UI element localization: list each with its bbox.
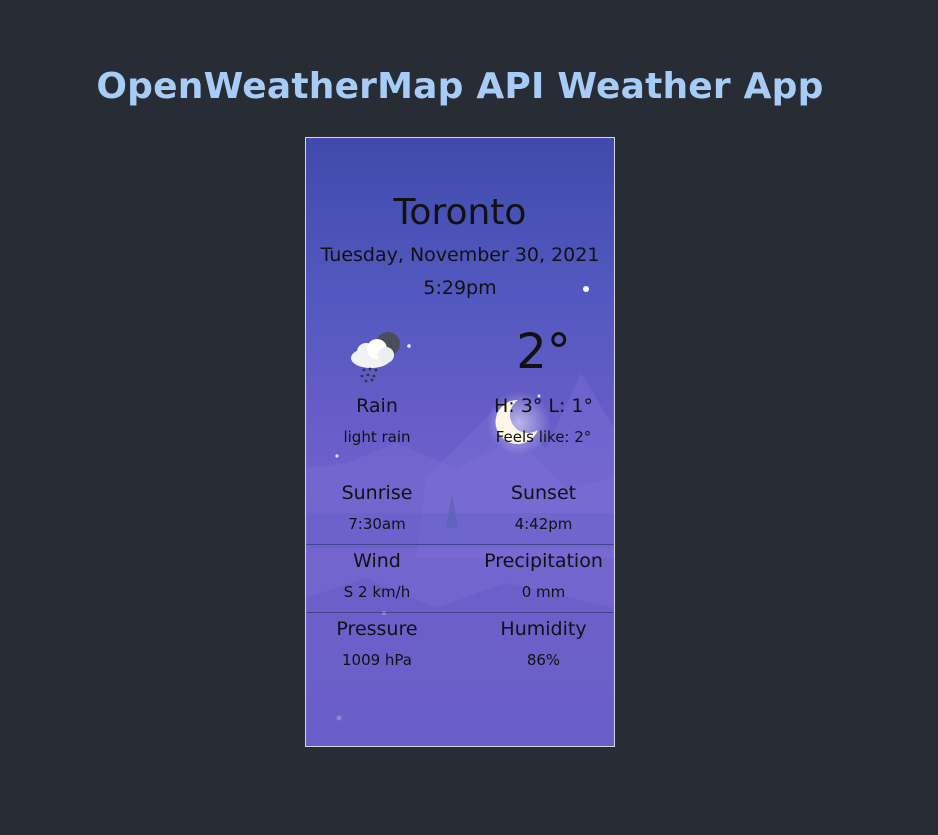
high-low-temp: H: 3° L: 1° <box>494 395 593 417</box>
feels-like: Feels like: 2° <box>495 428 592 446</box>
cloud-rain-night-icon <box>351 332 400 383</box>
divider <box>306 612 614 613</box>
wind-value: S 2 km/h <box>343 583 411 601</box>
precipitation-label: Precipitation <box>484 550 603 572</box>
temperature: 2° <box>516 324 571 380</box>
humidity-label: Humidity <box>500 618 587 640</box>
current-time: 5:29pm <box>423 277 497 299</box>
weather-card: Toronto Tuesday, November 30, 2021 5:29p… <box>305 137 615 747</box>
sunset-value: 4:42pm <box>514 515 573 533</box>
wind-label: Wind <box>353 550 401 572</box>
current-date: Tuesday, November 30, 2021 <box>320 244 600 266</box>
weather-content: Toronto Tuesday, November 30, 2021 5:29p… <box>306 138 614 746</box>
pressure-label: Pressure <box>336 618 418 640</box>
pressure-value: 1009 hPa <box>341 651 412 669</box>
sunset-label: Sunset <box>510 482 577 504</box>
condition-main: Rain <box>356 395 398 417</box>
city-name: Toronto <box>393 192 527 233</box>
precipitation-value: 0 mm <box>521 583 566 601</box>
condition-description: light rain <box>343 428 411 446</box>
app-title: OpenWeatherMap API Weather App <box>96 66 824 107</box>
humidity-value: 86% <box>526 651 561 669</box>
sunrise-label: Sunrise <box>341 482 413 504</box>
divider <box>306 544 614 545</box>
sunrise-value: 7:30am <box>348 515 406 533</box>
